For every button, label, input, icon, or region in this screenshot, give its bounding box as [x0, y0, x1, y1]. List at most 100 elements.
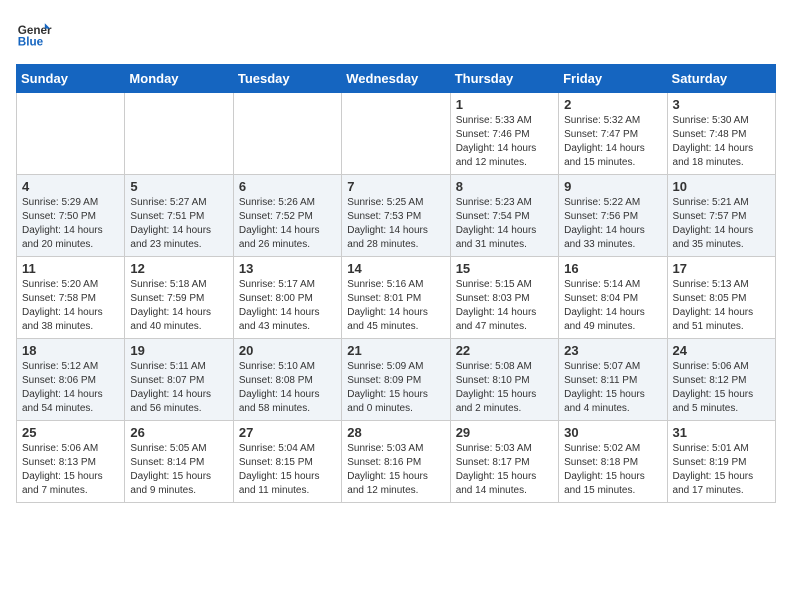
day-number: 31 [673, 425, 770, 440]
day-number: 8 [456, 179, 553, 194]
day-number: 14 [347, 261, 444, 276]
calendar-cell: 22 Sunrise: 5:08 AM Sunset: 8:10 PM Dayli… [450, 339, 558, 421]
calendar-cell: 12 Sunrise: 5:18 AM Sunset: 7:59 PM Dayli… [125, 257, 233, 339]
day-info: Sunrise: 5:25 AM Sunset: 7:53 PM Dayligh… [347, 196, 444, 252]
day-number: 17 [673, 261, 770, 276]
calendar-cell: 3 Sunrise: 5:30 AM Sunset: 7:48 PM Daylig… [667, 93, 775, 175]
day-number: 16 [564, 261, 661, 276]
day-number: 23 [564, 343, 661, 358]
calendar-cell: 27 Sunrise: 5:04 AM Sunset: 8:15 PM Dayli… [233, 421, 341, 503]
col-header-saturday: Saturday [667, 65, 775, 93]
day-number: 26 [130, 425, 227, 440]
day-info: Sunrise: 5:27 AM Sunset: 7:51 PM Dayligh… [130, 196, 227, 252]
calendar-cell: 5 Sunrise: 5:27 AM Sunset: 7:51 PM Daylig… [125, 175, 233, 257]
day-info: Sunrise: 5:01 AM Sunset: 8:19 PM Dayligh… [673, 442, 770, 498]
day-number: 19 [130, 343, 227, 358]
calendar-cell: 4 Sunrise: 5:29 AM Sunset: 7:50 PM Daylig… [17, 175, 125, 257]
calendar-table: SundayMondayTuesdayWednesdayThursdayFrid… [16, 64, 776, 503]
calendar-cell: 18Sunrise: 5:12 AM Sunset: 8:06 PM Dayli… [17, 339, 125, 421]
day-info: Sunrise: 5:26 AM Sunset: 7:52 PM Dayligh… [239, 196, 336, 252]
day-info: Sunrise: 5:03 AM Sunset: 8:16 PM Dayligh… [347, 442, 444, 498]
calendar-cell: 15Sunrise: 5:15 AM Sunset: 8:03 PM Dayli… [450, 257, 558, 339]
day-info: Sunrise: 5:08 AM Sunset: 8:10 PM Dayligh… [456, 360, 553, 416]
day-number: 9 [564, 179, 661, 194]
day-number: 21 [347, 343, 444, 358]
svg-text:Blue: Blue [18, 36, 44, 49]
day-number: 24 [673, 343, 770, 358]
calendar-week-5: 25 Sunrise: 5:06 AM Sunset: 8:13 PM Dayli… [17, 421, 776, 503]
logo-icon: General Blue [16, 16, 52, 52]
calendar-cell: 31 Sunrise: 5:01 AM Sunset: 8:19 PM Dayli… [667, 421, 775, 503]
calendar-cell [17, 93, 125, 175]
day-number: 22 [456, 343, 553, 358]
day-info: Sunrise: 5:05 AM Sunset: 8:14 PM Dayligh… [130, 442, 227, 498]
day-info: Sunrise: 5:21 AM Sunset: 7:57 PM Dayligh… [673, 196, 770, 252]
day-number: 11 [22, 261, 119, 276]
day-info: Sunrise: 5:03 AM Sunset: 8:17 PM Dayligh… [456, 442, 553, 498]
day-info: Sunrise: 5:29 AM Sunset: 7:50 PM Dayligh… [22, 196, 119, 252]
calendar-cell: 9 Sunrise: 5:22 AM Sunset: 7:56 PM Daylig… [559, 175, 667, 257]
calendar-cell: 29Sunrise: 5:03 AM Sunset: 8:17 PM Dayli… [450, 421, 558, 503]
calendar-cell: 20 Sunrise: 5:10 AM Sunset: 8:08 PM Dayli… [233, 339, 341, 421]
day-info: Sunrise: 5:10 AM Sunset: 8:08 PM Dayligh… [239, 360, 336, 416]
day-info: Sunrise: 5:12 AM Sunset: 8:06 PM Dayligh… [22, 360, 119, 416]
day-info: Sunrise: 5:04 AM Sunset: 8:15 PM Dayligh… [239, 442, 336, 498]
day-info: Sunrise: 5:30 AM Sunset: 7:48 PM Dayligh… [673, 114, 770, 170]
day-info: Sunrise: 5:14 AM Sunset: 8:04 PM Dayligh… [564, 278, 661, 334]
calendar-cell: 28 Sunrise: 5:03 AM Sunset: 8:16 PM Dayli… [342, 421, 450, 503]
day-info: Sunrise: 5:23 AM Sunset: 7:54 PM Dayligh… [456, 196, 553, 252]
col-header-friday: Friday [559, 65, 667, 93]
calendar-cell: 7 Sunrise: 5:25 AM Sunset: 7:53 PM Daylig… [342, 175, 450, 257]
calendar-week-3: 11 Sunrise: 5:20 AM Sunset: 7:58 PM Dayli… [17, 257, 776, 339]
col-header-wednesday: Wednesday [342, 65, 450, 93]
calendar-cell: 24 Sunrise: 5:06 AM Sunset: 8:12 PM Dayli… [667, 339, 775, 421]
calendar-cell: 14 Sunrise: 5:16 AM Sunset: 8:01 PM Dayli… [342, 257, 450, 339]
day-number: 10 [673, 179, 770, 194]
day-info: Sunrise: 5:20 AM Sunset: 7:58 PM Dayligh… [22, 278, 119, 334]
day-info: Sunrise: 5:13 AM Sunset: 8:05 PM Dayligh… [673, 278, 770, 334]
calendar-cell [125, 93, 233, 175]
day-number: 7 [347, 179, 444, 194]
day-info: Sunrise: 5:02 AM Sunset: 8:18 PM Dayligh… [564, 442, 661, 498]
calendar-cell: 25 Sunrise: 5:06 AM Sunset: 8:13 PM Dayli… [17, 421, 125, 503]
calendar-cell: 19Sunrise: 5:11 AM Sunset: 8:07 PM Dayli… [125, 339, 233, 421]
day-number: 25 [22, 425, 119, 440]
day-number: 20 [239, 343, 336, 358]
day-number: 27 [239, 425, 336, 440]
day-number: 3 [673, 97, 770, 112]
day-info: Sunrise: 5:33 AM Sunset: 7:46 PM Dayligh… [456, 114, 553, 170]
day-info: Sunrise: 5:06 AM Sunset: 8:13 PM Dayligh… [22, 442, 119, 498]
day-info: Sunrise: 5:22 AM Sunset: 7:56 PM Dayligh… [564, 196, 661, 252]
calendar-cell: 13Sunrise: 5:17 AM Sunset: 8:00 PM Dayli… [233, 257, 341, 339]
day-number: 1 [456, 97, 553, 112]
day-info: Sunrise: 5:18 AM Sunset: 7:59 PM Dayligh… [130, 278, 227, 334]
day-info: Sunrise: 5:32 AM Sunset: 7:47 PM Dayligh… [564, 114, 661, 170]
day-info: Sunrise: 5:16 AM Sunset: 8:01 PM Dayligh… [347, 278, 444, 334]
calendar-cell: 26 Sunrise: 5:05 AM Sunset: 8:14 PM Dayli… [125, 421, 233, 503]
calendar-cell [342, 93, 450, 175]
day-number: 28 [347, 425, 444, 440]
calendar-week-1: 1 Sunrise: 5:33 AM Sunset: 7:46 PM Daylig… [17, 93, 776, 175]
day-info: Sunrise: 5:07 AM Sunset: 8:11 PM Dayligh… [564, 360, 661, 416]
col-header-tuesday: Tuesday [233, 65, 341, 93]
day-info: Sunrise: 5:17 AM Sunset: 8:00 PM Dayligh… [239, 278, 336, 334]
calendar-cell: 1 Sunrise: 5:33 AM Sunset: 7:46 PM Daylig… [450, 93, 558, 175]
calendar-cell: 8 Sunrise: 5:23 AM Sunset: 7:54 PM Daylig… [450, 175, 558, 257]
col-header-monday: Monday [125, 65, 233, 93]
day-info: Sunrise: 5:06 AM Sunset: 8:12 PM Dayligh… [673, 360, 770, 416]
calendar-cell: 2Sunrise: 5:32 AM Sunset: 7:47 PM Daylig… [559, 93, 667, 175]
calendar-cell: 6Sunrise: 5:26 AM Sunset: 7:52 PM Daylig… [233, 175, 341, 257]
day-info: Sunrise: 5:09 AM Sunset: 8:09 PM Dayligh… [347, 360, 444, 416]
calendar-cell: 10 Sunrise: 5:21 AM Sunset: 7:57 PM Dayli… [667, 175, 775, 257]
calendar-cell [233, 93, 341, 175]
day-number: 4 [22, 179, 119, 194]
day-number: 5 [130, 179, 227, 194]
day-number: 30 [564, 425, 661, 440]
calendar-cell: 16 Sunrise: 5:14 AM Sunset: 8:04 PM Dayli… [559, 257, 667, 339]
calendar-week-4: 18Sunrise: 5:12 AM Sunset: 8:06 PM Dayli… [17, 339, 776, 421]
calendar-cell: 17 Sunrise: 5:13 AM Sunset: 8:05 PM Dayli… [667, 257, 775, 339]
page-header: General Blue [16, 16, 776, 52]
col-header-thursday: Thursday [450, 65, 558, 93]
day-number: 12 [130, 261, 227, 276]
calendar-cell: 30 Sunrise: 5:02 AM Sunset: 8:18 PM Dayli… [559, 421, 667, 503]
